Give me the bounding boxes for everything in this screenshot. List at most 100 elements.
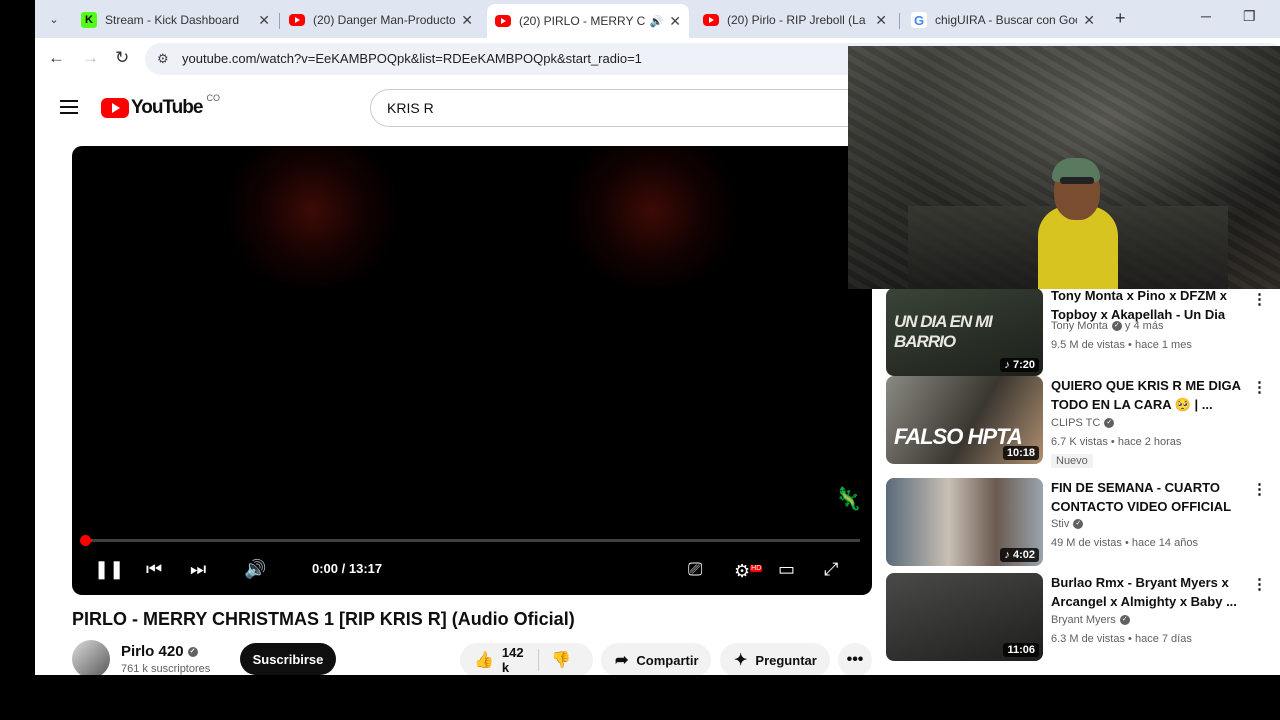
settings-icon[interactable]: ⚙HD <box>734 559 763 581</box>
tab-divider <box>899 13 900 29</box>
new-badge: Nuevo <box>1051 454 1093 468</box>
duration-badge: ♪ 4:02 <box>1000 548 1039 562</box>
recommendation-channel[interactable]: Bryant Myers ✓ <box>1051 614 1130 626</box>
video-glow <box>212 146 412 286</box>
verified-icon: ✓ <box>1111 321 1122 332</box>
more-icon: ••• <box>846 651 864 668</box>
tab-title: Stream - Kick Dashboard <box>105 13 240 27</box>
share-button[interactable]: ➦ Compartir <box>601 643 711 675</box>
avatar[interactable] <box>72 640 110 675</box>
view-count: 49 M de vistas <box>1051 537 1122 549</box>
video-player[interactable]: 🦎 ❚❚ ⏮ ⏭ 🔊 0:00 / 13:17 ⎚ ⚙HD ▭ ⤢ <box>72 146 872 595</box>
channel-watermark[interactable]: 🦎 <box>835 486 862 512</box>
close-icon[interactable]: ✕ <box>669 13 681 30</box>
search-input[interactable]: KRIS R <box>370 89 890 127</box>
duration-text: 4:02 <box>1012 549 1035 561</box>
theater-mode-icon[interactable]: ▭ <box>778 559 795 579</box>
tab-title: chigUIRA - Buscar con Goog <box>935 13 1078 27</box>
recommendation-channel[interactable]: CLIPS TC ✓ <box>1051 417 1115 429</box>
reload-icon[interactable]: ↻ <box>115 48 129 68</box>
country-code: CO <box>206 93 220 103</box>
share-label: Compartir <box>636 652 699 668</box>
time-separator: / <box>338 561 349 576</box>
logo-text: YouTube <box>131 97 203 118</box>
recommendation-meta: 6.3 M de vistas • hace 7 días <box>1051 633 1192 645</box>
duration-text: 7:20 <box>1012 359 1035 371</box>
upload-age: hace 7 días <box>1134 633 1192 645</box>
tab-pirlo-merry-christmas[interactable]: (20) PIRLO - MERRY CHR 🔊 ✕ <box>487 4 689 38</box>
progress-bar[interactable] <box>84 539 860 542</box>
volume-icon[interactable]: 🔊 <box>244 559 266 579</box>
recommendation-meta: 49 M de vistas • hace 14 años <box>1051 537 1198 549</box>
video-thumbnail[interactable]: FALSO HPTA 10:18 <box>886 376 1043 464</box>
divider <box>538 649 540 671</box>
recommendation-title[interactable]: Tony Monta x Pino x DFZM x Topboy x Akap… <box>1051 286 1243 324</box>
tab-pirlo-rip-jreboll[interactable]: (20) Pirlo - RIP Jreboll (La Ca ✕ <box>695 6 895 34</box>
menu-icon[interactable] <box>60 100 78 114</box>
subtitles-icon[interactable]: ⎚ <box>688 559 702 579</box>
tab-divider <box>279 13 280 29</box>
search-value: KRIS R <box>387 100 434 116</box>
minimize-icon[interactable]: ─ <box>1201 8 1211 24</box>
kebab-menu-icon[interactable]: ⋮ <box>1252 378 1267 396</box>
webcam-person-glasses <box>1060 177 1094 184</box>
close-icon[interactable]: ✕ <box>258 12 270 29</box>
recommendation-title[interactable]: Burlao Rmx - Bryant Myers x Arcangel x A… <box>1051 573 1243 611</box>
youtube-logo[interactable]: YouTube CO <box>101 93 220 119</box>
recommendation-channel[interactable]: Tony Monta ✓ y 4 más <box>1051 320 1163 332</box>
new-tab-button[interactable]: + <box>1115 8 1126 29</box>
close-icon[interactable]: ✕ <box>1083 12 1095 29</box>
previous-icon[interactable]: ⏮ <box>146 559 162 579</box>
tab-kick-dashboard[interactable]: K Stream - Kick Dashboard ✕ <box>73 6 278 34</box>
close-icon[interactable]: ✕ <box>875 12 887 29</box>
pause-icon[interactable]: ❚❚ <box>94 559 124 579</box>
kebab-menu-icon[interactable]: ⋮ <box>1252 480 1267 498</box>
tab-danger-man[interactable]: (20) Danger Man-Producto D ✕ <box>281 6 481 34</box>
site-info-icon[interactable]: ⚙ <box>157 51 169 67</box>
close-icon[interactable]: ✕ <box>461 12 473 29</box>
like-icon[interactable]: 👍 <box>474 650 494 670</box>
recommendation-item[interactable]: ♪ 4:02 FIN DE SEMANA - CUARTO CONTACTO V… <box>886 478 1280 568</box>
ask-label: Preguntar <box>755 652 817 668</box>
back-icon[interactable]: ← <box>48 48 65 68</box>
like-dislike-group: 👍 142 k 👎 <box>460 643 593 675</box>
ask-button[interactable]: ✦ Preguntar <box>720 643 830 675</box>
fullscreen-icon[interactable]: ⤢ <box>824 559 838 579</box>
tab-title: (20) PIRLO - MERRY CHR <box>519 14 646 28</box>
restore-icon[interactable]: ❐ <box>1243 8 1256 25</box>
dislike-icon[interactable]: 👎 <box>551 650 571 670</box>
thumbnail-text: FALSO HPTA <box>894 424 1023 449</box>
duration-badge: ♪ 7:20 <box>1000 358 1039 372</box>
current-time: 0:00 <box>312 561 339 576</box>
video-title: PIRLO - MERRY CHRISTMAS 1 [RIP KRIS R] (… <box>72 609 575 629</box>
kebab-menu-icon[interactable]: ⋮ <box>1252 575 1267 593</box>
url-text[interactable]: youtube.com/watch?v=EeKAMBPOQpk&list=RDE… <box>182 51 642 66</box>
channel-suffix: y 4 más <box>1121 320 1164 332</box>
more-actions-button[interactable]: ••• <box>838 643 872 675</box>
recommendation-item[interactable]: FALSO HPTA 10:18 QUIERO QUE KRIS R ME DI… <box>886 376 1280 468</box>
recommendation-item[interactable]: 11:06 Burlao Rmx - Bryant Myers x Arcang… <box>886 573 1280 663</box>
speaker-icon[interactable]: 🔊 <box>650 15 664 28</box>
subscribe-button[interactable]: Suscribirse <box>240 643 336 675</box>
recommendation-title[interactable]: FIN DE SEMANA - CUARTO CONTACTO VIDEO OF… <box>1051 478 1243 516</box>
next-icon[interactable]: ⏭ <box>190 559 206 579</box>
recommendation-title[interactable]: QUIERO QUE KRIS R ME DIGA TODO EN LA CAR… <box>1051 376 1243 414</box>
verified-icon: ✓ <box>1073 519 1084 530</box>
channel-name[interactable]: Pirlo 420 ✓ <box>121 643 198 660</box>
recommendation-channel[interactable]: Stiv ✓ <box>1051 518 1084 530</box>
channel-text: CLIPS TC <box>1051 417 1101 429</box>
video-thumbnail[interactable]: 11:06 <box>886 573 1043 661</box>
like-count[interactable]: 142 k <box>502 645 526 675</box>
tab-google-search[interactable]: G chigUIRA - Buscar con Goog ✕ <box>903 6 1103 34</box>
tab-title: (20) Pirlo - RIP Jreboll (La Ca <box>727 13 870 27</box>
video-thumbnail[interactable]: ♪ 4:02 <box>886 478 1043 566</box>
recommendation-item[interactable]: UN DIA EN MI BARRIO ♪ 7:20 Tony Monta x … <box>886 288 1280 378</box>
duration-badge: 11:06 <box>1003 643 1039 657</box>
kebab-menu-icon[interactable]: ⋮ <box>1252 290 1267 308</box>
tab-search-button[interactable]: ⌄ <box>43 8 65 30</box>
google-icon: G <box>911 12 927 28</box>
verified-icon: ✓ <box>1104 418 1115 429</box>
video-thumbnail[interactable]: UN DIA EN MI BARRIO ♪ 7:20 <box>886 288 1043 376</box>
forward-icon[interactable]: → <box>82 48 99 68</box>
progress-scrubber[interactable] <box>80 535 91 546</box>
